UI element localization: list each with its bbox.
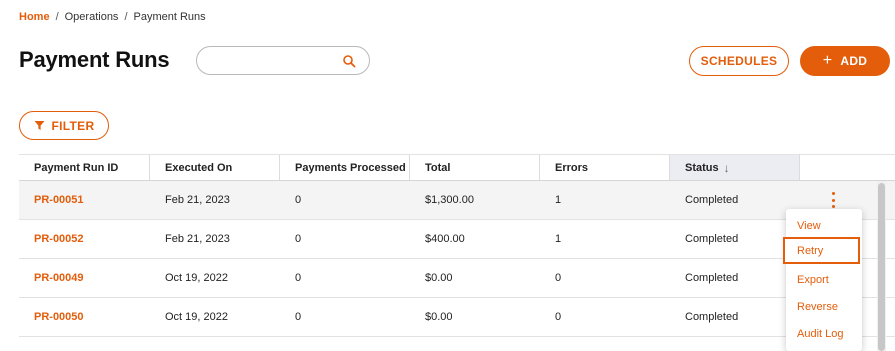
status-cell: Completed [685, 194, 739, 206]
payments-processed-cell: 0 [295, 233, 302, 245]
errors-cell: 1 [555, 194, 562, 206]
executed-on-cell: Oct 19, 2022 [165, 272, 228, 284]
filter-button[interactable]: FILTER [19, 111, 109, 140]
column-header-payment-run-id[interactable]: Payment Run ID [19, 155, 150, 180]
total-cell: $1,300.00 [425, 194, 474, 206]
breadcrumb-separator: / [55, 11, 59, 23]
column-header-errors[interactable]: Errors [540, 155, 670, 180]
menu-item-retry[interactable]: Retry [783, 237, 860, 264]
add-button[interactable]: + ADD [800, 46, 890, 76]
column-header-payments-processed[interactable]: Payments Processed [280, 155, 410, 180]
table-row[interactable]: PR-00050 Oct 19, 2022 0 $0.00 0 Complete… [19, 298, 895, 337]
menu-item-reverse[interactable]: Reverse [786, 293, 862, 320]
row-actions-kebab-icon[interactable] [828, 192, 838, 208]
breadcrumb-separator: / [124, 11, 128, 23]
breadcrumb-current: Payment Runs [133, 11, 206, 23]
row-actions-menu: View Retry Export Reverse Audit Log [783, 209, 862, 351]
total-cell: $0.00 [425, 272, 453, 284]
payment-run-id-link[interactable]: PR-00051 [19, 181, 150, 219]
column-header-status-label: Status [685, 161, 719, 174]
status-cell: Completed [685, 233, 739, 245]
plus-icon: + [822, 52, 833, 69]
table-row[interactable]: PR-00052 Feb 21, 2023 0 $400.00 1 Comple… [19, 220, 895, 259]
column-header-executed-on[interactable]: Executed On [150, 155, 280, 180]
executed-on-cell: Feb 21, 2023 [165, 194, 230, 206]
total-cell: $0.00 [425, 311, 453, 323]
search-box[interactable] [196, 46, 370, 75]
executed-on-cell: Oct 19, 2022 [165, 311, 228, 323]
filter-icon [34, 121, 45, 130]
payment-run-id-link[interactable]: PR-00050 [19, 298, 150, 336]
add-button-label: ADD [840, 54, 868, 68]
column-header-actions [800, 155, 895, 180]
breadcrumb: Home / Operations / Payment Runs [19, 11, 206, 23]
payments-processed-cell: 0 [295, 272, 302, 284]
total-cell: $400.00 [425, 233, 465, 245]
page-title: Payment Runs [19, 47, 170, 72]
table-row[interactable]: PR-00051 Feb 21, 2023 0 $1,300.00 1 Comp… [19, 181, 895, 220]
scrollbar-thumb[interactable] [878, 183, 885, 351]
status-cell: Completed [685, 272, 739, 284]
schedules-button[interactable]: SCHEDULES [689, 46, 789, 76]
search-input[interactable] [209, 47, 349, 74]
column-header-total[interactable]: Total [410, 155, 540, 180]
table-row[interactable]: PR-00049 Oct 19, 2022 0 $0.00 0 Complete… [19, 259, 895, 298]
menu-item-export[interactable]: Export [786, 266, 862, 293]
payments-processed-cell: 0 [295, 194, 302, 206]
errors-cell: 1 [555, 233, 562, 245]
kebab-dot [831, 198, 835, 202]
table-scrollbar[interactable] [877, 181, 886, 351]
payment-run-id-link[interactable]: PR-00049 [19, 259, 150, 297]
errors-cell: 0 [555, 272, 562, 284]
breadcrumb-operations-link[interactable]: Operations [65, 11, 119, 23]
schedules-button-label: SCHEDULES [700, 54, 778, 68]
table-row-partial[interactable] [19, 337, 895, 351]
breadcrumb-home-link[interactable]: Home [19, 11, 50, 23]
kebab-dot [831, 192, 835, 195]
kebab-dot [831, 205, 835, 208]
payment-run-id-link[interactable]: PR-00052 [19, 220, 150, 258]
menu-item-audit-log[interactable]: Audit Log [786, 320, 862, 347]
executed-on-cell: Feb 21, 2023 [165, 233, 230, 245]
table-header: Payment Run ID Executed On Payments Proc… [19, 154, 895, 181]
menu-item-view[interactable]: View [786, 212, 862, 239]
sort-down-icon: ↓ [723, 160, 730, 175]
filter-button-label: FILTER [51, 118, 95, 133]
errors-cell: 0 [555, 311, 562, 323]
column-header-status[interactable]: Status ↓ [670, 155, 800, 180]
payment-runs-table: Payment Run ID Executed On Payments Proc… [19, 154, 895, 351]
search-icon[interactable] [342, 54, 356, 68]
status-cell: Completed [685, 311, 739, 323]
payments-processed-cell: 0 [295, 311, 302, 323]
